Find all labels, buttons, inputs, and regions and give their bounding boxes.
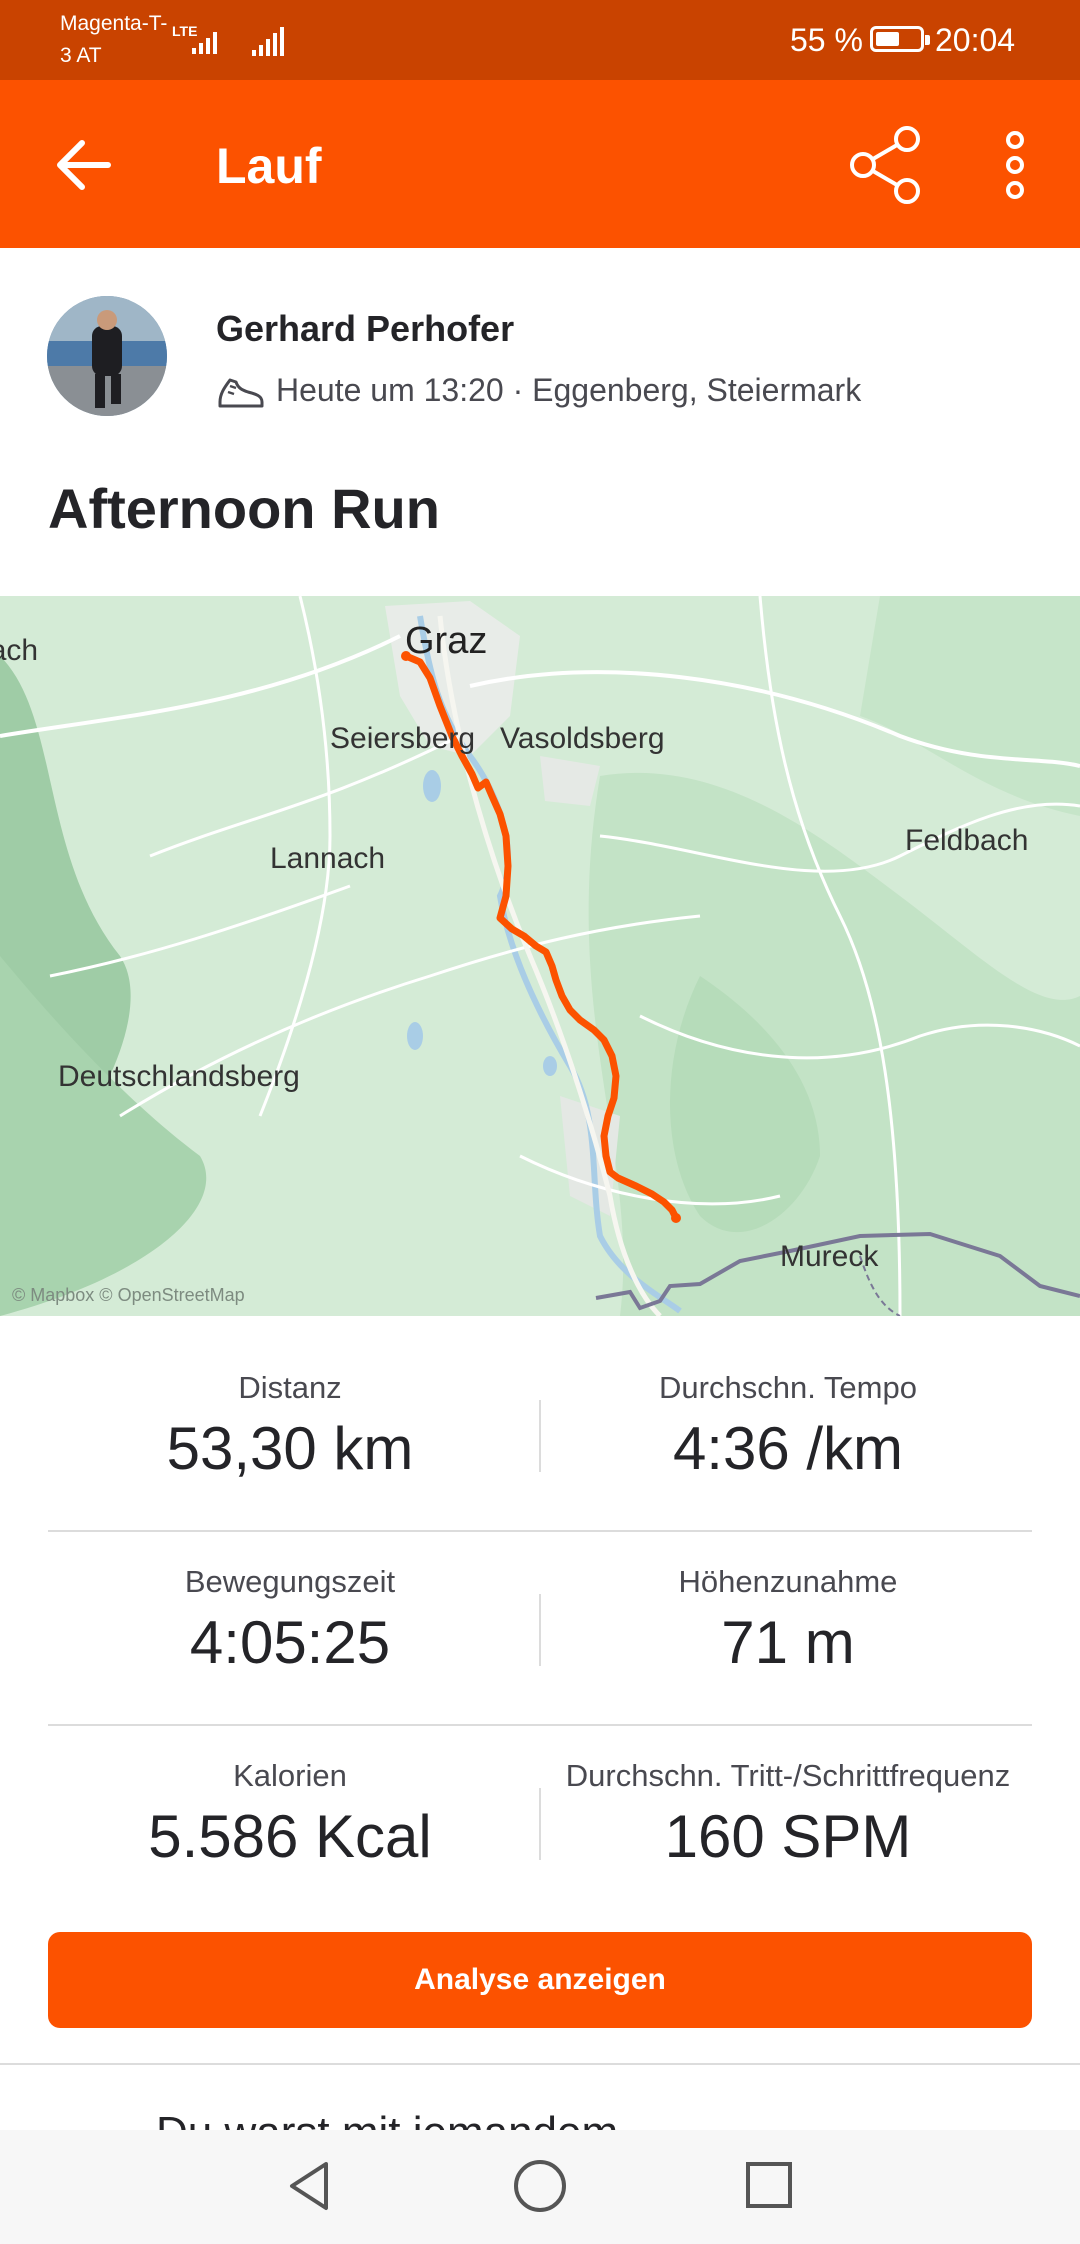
carrier-name: Magenta-T- bbox=[60, 12, 168, 35]
map-label-lannach: Lannach bbox=[270, 842, 386, 875]
avatar-photo bbox=[47, 296, 167, 416]
arrow-left-icon bbox=[57, 140, 111, 190]
map-label-vasoldsberg: Vasoldsberg bbox=[500, 722, 665, 755]
battery-icon bbox=[870, 26, 930, 52]
stat-value-elevation-gain: 71 m bbox=[721, 1609, 855, 1676]
map-label-mureck: Mureck bbox=[780, 1240, 879, 1273]
stat-label-cadence: Durchschn. Tritt-/Schrittfrequenz bbox=[565, 1758, 1011, 1793]
stat-value-moving-time: 4:05:25 bbox=[189, 1609, 391, 1676]
stat-row-divider bbox=[48, 1724, 1032, 1726]
clock: 20:04 bbox=[935, 22, 1016, 58]
avatar[interactable] bbox=[47, 296, 167, 416]
map-label-feldbach: Feldbach bbox=[905, 824, 1029, 857]
lte-signal-icon: LTE bbox=[172, 23, 217, 54]
nav-back-icon[interactable] bbox=[282, 2156, 338, 2216]
section-divider bbox=[0, 2063, 1080, 2065]
stat-value-cadence: 160 SPM bbox=[664, 1803, 912, 1870]
stat-row-divider bbox=[48, 1530, 1032, 1532]
stat-label-calories: Kalorien bbox=[233, 1758, 347, 1793]
battery-percent: 55 % bbox=[790, 22, 863, 58]
system-nav-bar bbox=[0, 2130, 1080, 2244]
stat-value-distance: 53,30 km bbox=[166, 1415, 414, 1482]
stat-label-moving-time: Bewegungszeit bbox=[184, 1564, 396, 1599]
page-title: Lauf bbox=[216, 138, 322, 194]
activity-meta: Heute um 13:20 · Eggenberg, Steiermark bbox=[276, 372, 862, 408]
more-options-button[interactable] bbox=[995, 125, 1035, 205]
stat-value-calories: 5.586 Kcal bbox=[148, 1803, 432, 1870]
shoe-icon bbox=[218, 378, 264, 408]
map-background bbox=[0, 596, 1080, 1316]
stat-label-distance: Distanz bbox=[238, 1370, 342, 1405]
map-attribution[interactable]: © Mapbox © OpenStreetMap bbox=[12, 1285, 245, 1306]
route-map[interactable]: Graz Köflach Seiersberg Vasoldsberg Lann… bbox=[0, 596, 1080, 1316]
share-button[interactable] bbox=[845, 125, 930, 205]
map-label-graz: Graz bbox=[405, 620, 488, 662]
nav-home-icon[interactable] bbox=[510, 2156, 570, 2216]
svg-text:LTE: LTE bbox=[172, 23, 197, 39]
more-vertical-icon bbox=[1006, 131, 1024, 199]
athlete-name[interactable]: Gerhard Perhofer bbox=[216, 308, 514, 350]
stat-label-elevation-gain: Höhenzunahme bbox=[678, 1564, 898, 1599]
map-label-seiersberg: Seiersberg bbox=[330, 722, 476, 755]
carrier-country: 3 AT bbox=[60, 44, 102, 67]
status-bar: Magenta-T- 3 AT LTE 55 % 20:04 bbox=[0, 0, 1080, 80]
show-analysis-button[interactable]: Analyse anzeigen bbox=[48, 1932, 1032, 2028]
signal-icon bbox=[252, 27, 284, 56]
back-button[interactable] bbox=[50, 135, 120, 195]
share-icon bbox=[850, 126, 920, 204]
map-label-koeflach: Köflach bbox=[0, 634, 39, 667]
activity-title: Afternoon Run bbox=[48, 477, 440, 540]
stat-label-pace: Durchschn. Tempo bbox=[659, 1370, 917, 1405]
nav-recents-icon[interactable] bbox=[742, 2156, 798, 2216]
map-label-deutschlandsberg: Deutschlandsberg bbox=[58, 1060, 300, 1093]
stat-value-pace: 4:36 /km bbox=[672, 1415, 904, 1482]
